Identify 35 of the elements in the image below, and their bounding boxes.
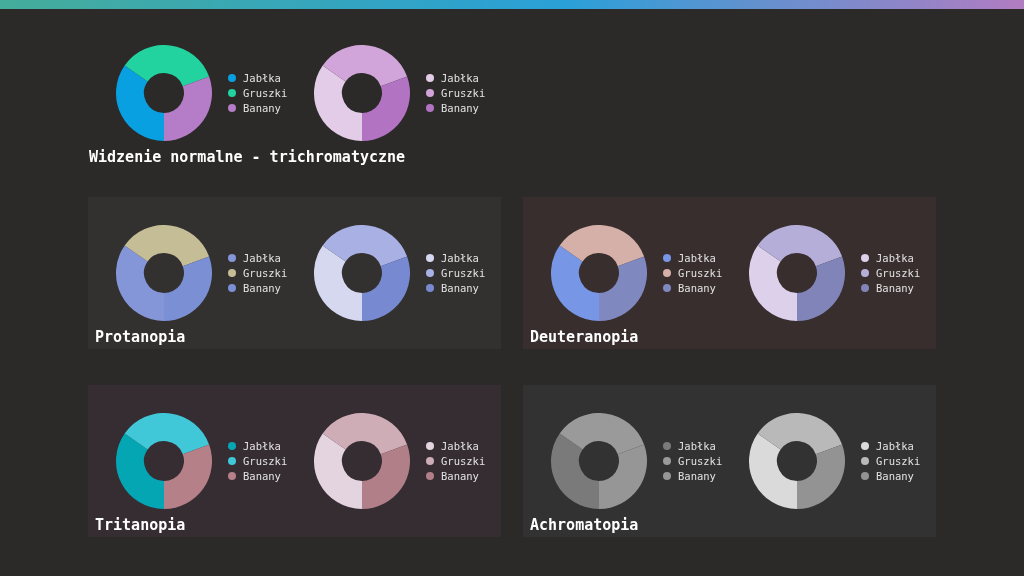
legend-label: Gruszki <box>441 455 486 467</box>
legend-label: Jabłka <box>876 440 914 452</box>
legend-label: Banany <box>876 282 914 294</box>
legend-label: Banany <box>441 282 479 294</box>
legend-label: Gruszki <box>678 267 723 279</box>
legend-label: Gruszki <box>441 87 486 99</box>
legend-label: Gruszki <box>876 267 921 279</box>
legend-label: Jabłka <box>243 72 281 84</box>
legend-label: Jabłka <box>678 440 716 452</box>
legend-label: Gruszki <box>441 267 486 279</box>
legend-label: Gruszki <box>243 267 288 279</box>
legend-label: Banany <box>876 470 914 482</box>
legend-label: Gruszki <box>678 455 723 467</box>
legend-label: Banany <box>441 102 479 114</box>
legend-label: Gruszki <box>243 87 288 99</box>
legend-label: Jabłka <box>876 252 914 264</box>
legend-label: Banany <box>243 470 281 482</box>
section-title: Protanopia <box>95 327 187 347</box>
legend-label: Gruszki <box>876 455 921 467</box>
legend-label: Banany <box>243 282 281 294</box>
section-title: Achromatopia <box>530 515 640 535</box>
legend-label: Jabłka <box>243 440 281 452</box>
legend-label: Banany <box>678 470 716 482</box>
legend-label: Jabłka <box>441 252 479 264</box>
legend-label: Gruszki <box>243 455 288 467</box>
legend-label: Jabłka <box>441 440 479 452</box>
legend-label: Banany <box>243 102 281 114</box>
legend-label: Jabłka <box>441 72 479 84</box>
section-title: Widzenie normalne - trichromatyczne <box>89 147 407 167</box>
section-title: Deuteranopia <box>530 327 640 347</box>
legend-label: Banany <box>441 470 479 482</box>
section-title: Tritanopia <box>95 515 187 535</box>
legend-label: Banany <box>678 282 716 294</box>
legend-label: Jabłka <box>243 252 281 264</box>
legend-label: Jabłka <box>678 252 716 264</box>
